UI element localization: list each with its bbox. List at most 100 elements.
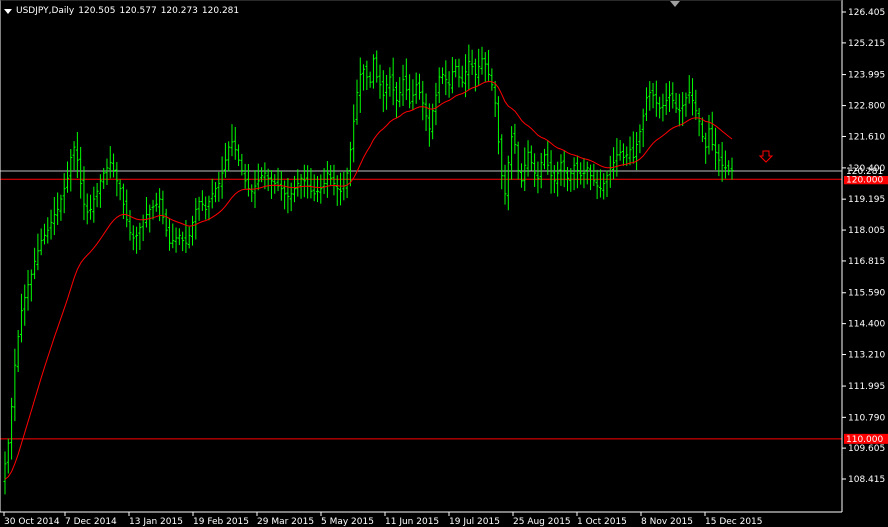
ohlc-bar[interactable] bbox=[154, 192, 158, 212]
ohlc-bar[interactable] bbox=[3, 451, 7, 495]
ohlc-bar[interactable] bbox=[273, 174, 277, 194]
ohlc-bar[interactable] bbox=[227, 141, 231, 172]
ohlc-bar[interactable] bbox=[167, 218, 171, 251]
ohlc-bar[interactable] bbox=[19, 293, 23, 343]
ohlc-bar[interactable] bbox=[194, 198, 198, 240]
ohlc-bar[interactable] bbox=[204, 196, 208, 220]
ohlc-bar[interactable] bbox=[217, 171, 221, 202]
ohlc-bar[interactable] bbox=[358, 57, 362, 113]
ohlc-bar[interactable] bbox=[700, 117, 704, 143]
ohlc-bar[interactable] bbox=[56, 192, 60, 225]
ohlc-bar[interactable] bbox=[269, 170, 273, 199]
ohlc-bar[interactable] bbox=[352, 104, 356, 163]
ohlc-bar[interactable] bbox=[210, 178, 214, 209]
ohlc-bar[interactable] bbox=[112, 153, 116, 178]
ohlc-bar[interactable] bbox=[608, 155, 612, 188]
ohlc-bar[interactable] bbox=[582, 157, 586, 189]
ohlc-bar[interactable] bbox=[296, 169, 300, 197]
ohlc-bar[interactable] bbox=[638, 124, 642, 154]
ohlc-bar[interactable] bbox=[223, 142, 227, 178]
ohlc-bar[interactable] bbox=[131, 225, 135, 251]
ohlc-bar[interactable] bbox=[230, 124, 234, 157]
ohlc-bar[interactable] bbox=[572, 157, 576, 191]
ohlc-bar[interactable] bbox=[628, 136, 632, 166]
ohlc-bar[interactable] bbox=[667, 81, 671, 113]
ohlc-bar[interactable] bbox=[23, 284, 27, 326]
ohlc-bar[interactable] bbox=[723, 150, 727, 179]
ohlc-bar[interactable] bbox=[559, 154, 563, 186]
ohlc-bar[interactable] bbox=[6, 438, 10, 474]
ohlc-bar[interactable] bbox=[516, 141, 520, 180]
ohlc-bar[interactable] bbox=[707, 114, 711, 155]
ohlc-bar[interactable] bbox=[408, 74, 412, 109]
ohlc-bar[interactable] bbox=[671, 82, 675, 109]
ohlc-bar[interactable] bbox=[404, 58, 408, 101]
ohlc-bar[interactable] bbox=[316, 176, 320, 203]
ohlc-bar[interactable] bbox=[575, 155, 579, 189]
ohlc-bar[interactable] bbox=[444, 60, 448, 96]
ohlc-bar[interactable] bbox=[260, 167, 264, 183]
ohlc-bar[interactable] bbox=[10, 397, 14, 460]
ohlc-bar[interactable] bbox=[677, 93, 681, 127]
ohlc-bar[interactable] bbox=[457, 58, 461, 88]
ohlc-bar[interactable] bbox=[704, 132, 708, 164]
ohlc-bar[interactable] bbox=[661, 93, 665, 122]
ohlc-bar[interactable] bbox=[490, 68, 494, 91]
ohlc-bar[interactable] bbox=[72, 141, 76, 171]
ohlc-bar[interactable] bbox=[391, 57, 395, 106]
ohlc-bar[interactable] bbox=[411, 79, 415, 111]
ohlc-bar[interactable] bbox=[42, 223, 46, 245]
ohlc-bar[interactable] bbox=[237, 144, 241, 167]
ohlc-bar[interactable] bbox=[52, 196, 56, 236]
ohlc-bar[interactable] bbox=[644, 87, 648, 122]
ohlc-bar[interactable] bbox=[470, 49, 474, 75]
ohlc-bar[interactable] bbox=[13, 348, 17, 422]
ohlc-bar[interactable] bbox=[355, 79, 359, 125]
ohlc-bar[interactable] bbox=[339, 172, 343, 206]
price-chart[interactable]: 120.000110.000120.281 126.405 125.215 123.… bbox=[0, 0, 888, 527]
ohlc-bar[interactable] bbox=[371, 54, 375, 89]
ohlc-bar[interactable] bbox=[681, 92, 685, 126]
ohlc-bar[interactable] bbox=[263, 162, 267, 190]
ohlc-bar[interactable] bbox=[506, 155, 510, 211]
ohlc-bar[interactable] bbox=[16, 329, 20, 373]
ohlc-bar[interactable] bbox=[138, 222, 142, 250]
ohlc-bar[interactable] bbox=[292, 175, 296, 203]
ohlc-bar[interactable] bbox=[164, 208, 168, 237]
ohlc-bar[interactable] bbox=[309, 168, 313, 199]
ohlc-bar[interactable] bbox=[135, 226, 139, 254]
ohlc-bar[interactable] bbox=[664, 83, 668, 115]
ohlc-bar[interactable] bbox=[460, 65, 464, 88]
ohlc-bar[interactable] bbox=[500, 134, 504, 190]
arrow-down-icon[interactable] bbox=[758, 150, 774, 163]
ohlc-bar[interactable] bbox=[233, 126, 237, 160]
ohlc-bar[interactable] bbox=[417, 73, 421, 100]
ohlc-bar[interactable] bbox=[378, 64, 382, 99]
ohlc-bar[interactable] bbox=[266, 168, 270, 192]
ohlc-bar[interactable] bbox=[483, 52, 487, 82]
ohlc-bar[interactable] bbox=[694, 89, 698, 120]
ohlc-bar[interactable] bbox=[368, 71, 372, 88]
ohlc-bar[interactable] bbox=[654, 80, 658, 117]
ohlc-bar[interactable] bbox=[36, 233, 40, 271]
ohlc-bar[interactable] bbox=[26, 269, 30, 311]
ohlc-bar[interactable] bbox=[388, 67, 392, 97]
ohlc-bar[interactable] bbox=[59, 194, 63, 221]
ohlc-bar[interactable] bbox=[720, 141, 724, 182]
ohlc-bar[interactable] bbox=[658, 96, 662, 119]
ohlc-bar[interactable] bbox=[256, 163, 260, 191]
ohlc-bar[interactable] bbox=[144, 197, 148, 228]
ohlc-bar[interactable] bbox=[49, 209, 53, 240]
ohlc-bar[interactable] bbox=[69, 149, 73, 192]
ohlc-bar[interactable] bbox=[513, 123, 517, 154]
ohlc-bar[interactable] bbox=[542, 148, 546, 170]
ohlc-bar[interactable] bbox=[641, 108, 645, 148]
ohlc-bar[interactable] bbox=[312, 174, 316, 202]
ohlc-bar[interactable] bbox=[714, 127, 718, 170]
ohlc-bar[interactable] bbox=[605, 170, 609, 198]
ohlc-bar[interactable] bbox=[177, 228, 181, 246]
ohlc-bar[interactable] bbox=[125, 189, 129, 228]
ohlc-bar[interactable] bbox=[66, 161, 70, 193]
ohlc-bar[interactable] bbox=[365, 60, 369, 91]
ohlc-bar[interactable] bbox=[549, 150, 553, 194]
